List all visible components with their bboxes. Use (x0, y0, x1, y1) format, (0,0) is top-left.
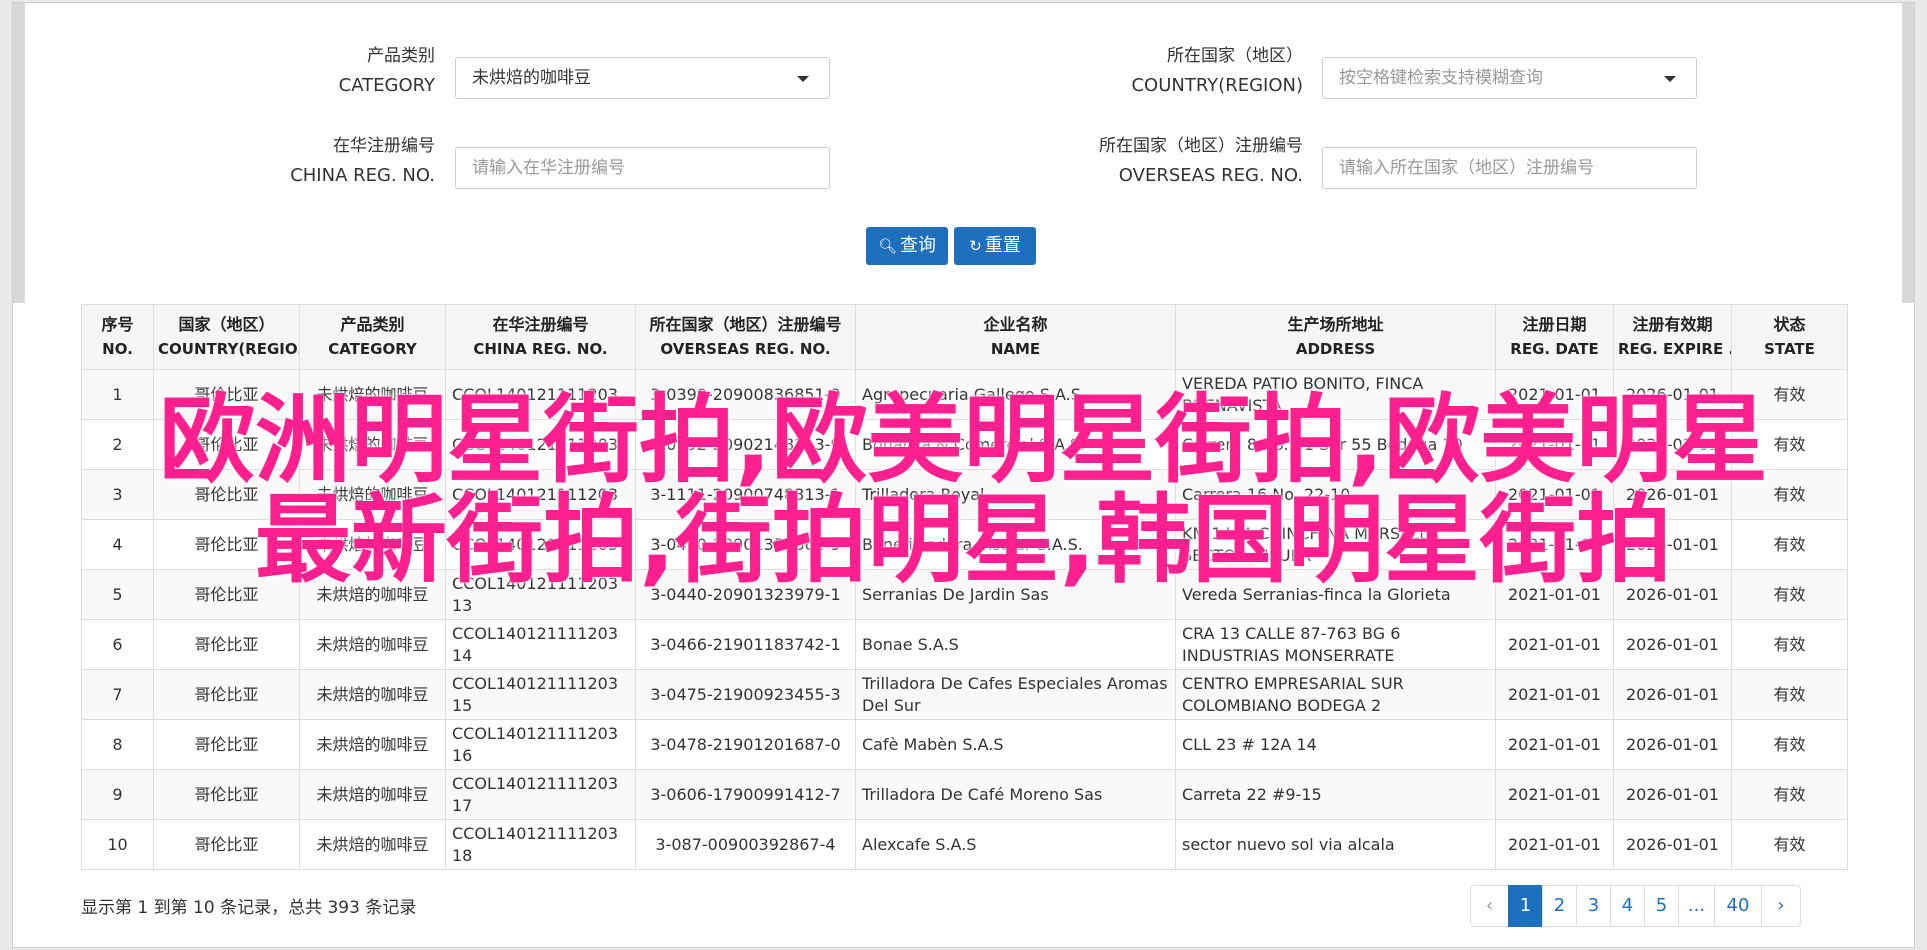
cell-name: Trilladora De Café Moreno Sas (855, 769, 1176, 820)
search-icon: 🔍︎ (877, 237, 898, 255)
cell-overseas-reg: 3-0478-21901201687-0 (635, 719, 856, 770)
page-40-button[interactable]: 40 (1714, 885, 1762, 927)
header-col-expire: 注册有效期REG. EXPIRE ... (1613, 304, 1732, 370)
table-header-row: 序号 NO. 国家（地区） COUNTRY(REGIO... 产品类别 CATEGORY 在… (81, 304, 1848, 370)
page-3-button[interactable]: 3 (1576, 885, 1611, 927)
search-button[interactable]: 🔍︎ 查询 (866, 227, 948, 265)
reset-button[interactable]: ↻ 重置 (954, 227, 1036, 265)
cell-name: Trilladora De Cafes Especiales Aromas De… (855, 669, 1176, 720)
cell-china-reg: CCOL140121111203 15 (445, 669, 636, 720)
cell-overseas-reg: 3-0606-17900991412-7 (635, 769, 856, 820)
chevron-down-icon (797, 76, 809, 82)
header-col-category: 产品类别 CATEGORY (299, 304, 446, 370)
header-col-no: 序号 NO. (81, 304, 154, 370)
cell-country: 哥伦比亚 (153, 769, 300, 820)
cell-name: Bonae S.A.S (855, 619, 1176, 670)
cell-reg-date: 2021-01-01 (1495, 719, 1614, 770)
cell-reg-date: 2021-01-01 (1495, 819, 1614, 870)
cell-expire: 2026-01-01 (1613, 769, 1732, 820)
page-1-button[interactable]: 1 (1508, 885, 1543, 927)
cell-state: 有效 (1731, 769, 1848, 820)
cell-category: 未烘焙的咖啡豆 (299, 719, 446, 770)
right-scrollbar[interactable] (1902, 3, 1914, 303)
cell-reg-date: 2021-01-01 (1495, 619, 1614, 670)
cell-state: 有效 (1731, 669, 1848, 720)
header-col-name: 企业名称 NAME (855, 304, 1176, 370)
cell-overseas-reg: 3-0475-21900923455-3 (635, 669, 856, 720)
cell-state: 有效 (1731, 819, 1848, 870)
next-page-button[interactable]: › (1761, 885, 1801, 927)
header-col-state: 状态 STATE (1731, 304, 1848, 370)
cell-china-reg: CCOL140121111203 17 (445, 769, 636, 820)
table-row: 8 哥伦比亚 未烘焙的咖啡豆 CCOL140121111203 16 3-0478-21… (81, 719, 1848, 770)
cell-expire: 2026-01-01 (1613, 669, 1732, 720)
cell-address: sector nuevo sol via alcala (1175, 819, 1496, 870)
cell-address: Carreta 22 #9-15 (1175, 769, 1496, 820)
cell-name: Alexcafe S.A.S (855, 819, 1176, 870)
page-2-button[interactable]: 2 (1542, 885, 1577, 927)
header-col-address: 生产场所地址 ADDRESS (1175, 304, 1496, 370)
header-col-overseas-reg: 所在国家（地区）注册编号 OVERSEAS REG. NO. (635, 304, 856, 370)
cell-category: 未烘焙的咖啡豆 (299, 669, 446, 720)
china-reg-label: 在华注册编号 CHINA REG. NO. (290, 136, 435, 186)
header-col-reg-date: 注册日期 REG. DATE (1495, 304, 1614, 370)
country-label: 所在国家（地区） COUNTRY(REGION) (1131, 46, 1303, 96)
cell-address: CENTRO EMPRESARIAL SUR COLOMBIANO BODEGA… (1175, 669, 1496, 720)
record-summary: 显示第 1 到第 10 条记录，总共 393 条记录 (81, 898, 417, 918)
overlay-text-line-2: 最新街拍,街拍明星,韩国明星街拍 (255, 484, 1672, 596)
cell-category: 未烘焙的咖啡豆 (299, 819, 446, 870)
cell-category: 未烘焙的咖啡豆 (299, 619, 446, 670)
cell-country: 哥伦比亚 (153, 619, 300, 670)
cell-overseas-reg: 3-0466-21901183742-1 (635, 619, 856, 670)
overlay-text-line-1: 欧洲明星街拍,欧美明星街拍,欧美明星 (159, 384, 1768, 496)
table-row: 10 哥伦比亚 未烘焙的咖啡豆 CCOL140121111203 18 3-087-00… (81, 819, 1848, 870)
header-col-country: 国家（地区） COUNTRY(REGIO... (153, 304, 300, 370)
cell-category: 未烘焙的咖啡豆 (299, 769, 446, 820)
header-col-china-reg: 在华注册编号 CHINA REG. NO. (445, 304, 636, 370)
cell-reg-date: 2021-01-01 (1495, 669, 1614, 720)
page-4-button[interactable]: 4 (1610, 885, 1645, 927)
category-select[interactable]: 未烘焙的咖啡豆 (455, 57, 830, 99)
table-row: 6 哥伦比亚 未烘焙的咖啡豆 CCOL140121111203 14 3-0466-21… (81, 619, 1848, 670)
country-select[interactable]: 按空格键检索支持模糊查询 (1322, 57, 1697, 99)
pagination-ellipsis[interactable]: ... (1678, 885, 1715, 927)
cell-china-reg: CCOL140121111203 18 (445, 819, 636, 870)
chevron-down-icon (1664, 76, 1676, 82)
cell-no: 8 (81, 719, 154, 770)
cell-expire: 2026-01-01 (1613, 819, 1732, 870)
cell-expire: 2026-01-01 (1613, 619, 1732, 670)
cell-china-reg: CCOL140121111203 16 (445, 719, 636, 770)
cell-reg-date: 2021-01-01 (1495, 769, 1614, 820)
cell-country: 哥伦比亚 (153, 719, 300, 770)
table-row: 7 哥伦比亚 未烘焙的咖啡豆 CCOL140121111203 15 3-0475-21… (81, 669, 1848, 720)
cell-state: 有效 (1731, 719, 1848, 770)
prev-page-button[interactable]: ‹ (1470, 885, 1509, 927)
cell-no: 7 (81, 669, 154, 720)
overseas-reg-input[interactable]: 请输入所在国家（地区）注册编号 (1322, 147, 1697, 189)
cell-country: 哥伦比亚 (153, 669, 300, 720)
cell-expire: 2026-01-01 (1613, 719, 1732, 770)
cell-country: 哥伦比亚 (153, 819, 300, 870)
cell-state: 有效 (1731, 619, 1848, 670)
left-edge (13, 3, 25, 303)
category-label: 产品类别 CATEGORY (338, 46, 435, 96)
cell-overseas-reg: 3-087-00900392867-4 (635, 819, 856, 870)
cell-no: 9 (81, 769, 154, 820)
overseas-reg-label: 所在国家（地区）注册编号 OVERSEAS REG. NO. (1099, 136, 1303, 186)
pagination: ‹ 1 2 3 4 5... 40 › (1470, 885, 1801, 927)
cell-address: CLL 23 # 12A 14 (1175, 719, 1496, 770)
china-reg-input[interactable]: 请输入在华注册编号 (455, 147, 830, 189)
cell-name: Cafè Mabèn S.A.S (855, 719, 1176, 770)
cell-no: 6 (81, 619, 154, 670)
table-row: 9 哥伦比亚 未烘焙的咖啡豆 CCOL140121111203 17 3-0606-17… (81, 769, 1848, 820)
cell-no: 10 (81, 819, 154, 870)
cell-address: CRA 13 CALLE 87-763 BG 6 INDUSTRIAS MONS… (1175, 619, 1496, 670)
refresh-icon: ↻ (969, 237, 982, 255)
cell-china-reg: CCOL140121111203 14 (445, 619, 636, 670)
page-5-button[interactable]: 5 (1644, 885, 1679, 927)
